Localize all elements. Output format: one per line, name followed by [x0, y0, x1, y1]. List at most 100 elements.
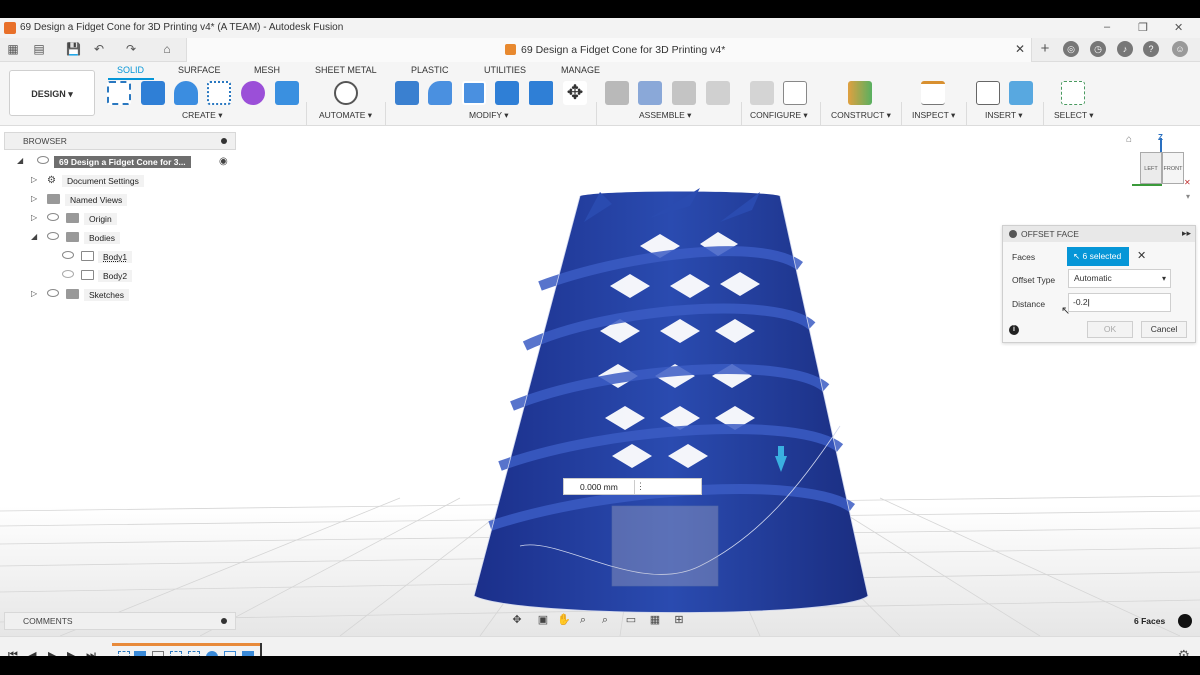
display-settings-icon[interactable]: ▭ — [625, 614, 637, 626]
assemble-group-label[interactable]: ASSEMBLE ▾ — [639, 110, 691, 121]
undo-icon[interactable]: ↶ — [92, 42, 106, 56]
measure-icon[interactable] — [921, 81, 945, 105]
fit-icon[interactable]: ⌕ — [599, 614, 611, 626]
look-at-icon[interactable]: ▣ — [537, 614, 549, 626]
home-view-icon[interactable]: ⌂ — [1126, 134, 1132, 145]
expand-triangle-icon[interactable]: ▷ — [31, 289, 37, 298]
user-avatar[interactable]: ☺ — [1172, 41, 1188, 57]
offset-type-select[interactable]: Automatic ▾ — [1068, 269, 1171, 288]
close-window-icon[interactable]: ✕ — [1174, 21, 1183, 34]
comments-panel-header[interactable]: COMMENTS — [4, 612, 236, 630]
hidden-eye-icon[interactable] — [62, 270, 74, 278]
collapse-triangle-icon[interactable]: ◢ — [17, 156, 23, 165]
offset-face-header[interactable]: OFFSET FACE ▸▸ — [1003, 226, 1195, 242]
fidget-cone-model[interactable] — [473, 188, 869, 613]
as-built-joint-icon[interactable] — [672, 81, 696, 105]
distance-manipulator-input[interactable]: 0.000 mm ⋮ — [563, 478, 702, 495]
browser-pin-icon[interactable] — [221, 138, 227, 144]
construct-group-label[interactable]: CONSTRUCT ▾ — [831, 110, 891, 121]
home-icon[interactable]: ⌂ — [160, 42, 174, 56]
notifications-icon[interactable]: ♪ — [1117, 41, 1133, 57]
play-icon[interactable]: ▶ — [48, 649, 56, 656]
expand-triangle-icon[interactable]: ▷ — [31, 175, 37, 184]
cancel-button[interactable]: Cancel — [1141, 321, 1187, 338]
tab-plastic[interactable]: PLASTIC — [411, 65, 449, 75]
visibility-eye-icon[interactable] — [47, 213, 59, 221]
viewcube-menu-icon[interactable]: ▾ — [1186, 192, 1190, 201]
combine-icon[interactable] — [495, 81, 519, 105]
modify-group-label[interactable]: MODIFY ▾ — [469, 110, 509, 121]
offset-plane-icon[interactable] — [848, 81, 872, 105]
visibility-eye-icon[interactable] — [47, 232, 59, 240]
expand-dialog-icon[interactable]: ▸▸ — [1182, 228, 1191, 239]
browser-item-body2[interactable]: Body2 — [14, 267, 234, 284]
save-icon[interactable]: 💾 — [66, 42, 81, 56]
offset-face-icon[interactable] — [529, 81, 553, 105]
visibility-eye-icon[interactable] — [47, 289, 59, 297]
faces-selection-button[interactable]: ↖ 6 selected — [1067, 247, 1129, 266]
viewcube-front-face[interactable]: FRONT — [1162, 152, 1184, 184]
insert-derive-icon[interactable] — [976, 81, 1000, 105]
timeline-track[interactable] — [112, 643, 262, 656]
visibility-eye-icon[interactable] — [62, 251, 74, 259]
orbit-icon[interactable]: ✥ — [511, 614, 523, 626]
sweep-icon[interactable] — [207, 81, 231, 105]
form-icon[interactable] — [241, 81, 265, 105]
apps-grid-icon[interactable]: ▦ — [6, 42, 20, 56]
viewcube-left-face[interactable]: LEFT — [1140, 152, 1162, 184]
visibility-eye-icon[interactable] — [37, 156, 49, 164]
pan-icon[interactable]: ✋ — [557, 614, 571, 626]
timeline-settings-gear-icon[interactable]: ⚙ — [1177, 647, 1190, 656]
clear-selection-icon[interactable]: ✕ — [1137, 249, 1146, 262]
automate-group-label[interactable]: AUTOMATE ▾ — [319, 110, 372, 121]
timeline-marker[interactable] — [260, 643, 262, 656]
insert-group-label[interactable]: INSERT ▾ — [985, 110, 1023, 121]
expand-triangle-icon[interactable]: ▷ — [31, 194, 37, 203]
expand-triangle-icon[interactable]: ▷ — [31, 213, 37, 222]
press-pull-icon[interactable] — [395, 81, 419, 105]
zoom-icon[interactable]: ⌕ — [577, 614, 589, 626]
create-sketch-icon[interactable] — [107, 81, 131, 105]
activate-radio-icon[interactable]: ◉ — [219, 156, 228, 167]
close-tab-icon[interactable]: ✕ — [1015, 42, 1025, 56]
select-group-label[interactable]: SELECT ▾ — [1054, 110, 1094, 121]
create-group-label[interactable]: CREATE ▾ — [182, 110, 222, 121]
workspace-switcher[interactable]: DESIGN ▾ — [9, 70, 95, 116]
distance-input[interactable]: -0.2| — [1068, 293, 1171, 312]
extensions-icon[interactable]: ◎ — [1063, 41, 1079, 57]
more-options-icon[interactable]: ⋮ — [636, 481, 645, 492]
configure-icon[interactable] — [750, 81, 774, 105]
new-component-icon[interactable] — [605, 81, 629, 105]
info-icon[interactable]: i — [1009, 325, 1019, 335]
insert-canvas-icon[interactable] — [1009, 81, 1033, 105]
comments-pin-icon[interactable] — [221, 618, 227, 624]
minimize-icon[interactable]: – — [1104, 21, 1110, 33]
browser-panel-header[interactable]: BROWSER — [4, 132, 236, 150]
step-back-icon[interactable]: ◀ — [28, 649, 36, 656]
ok-button[interactable]: OK — [1087, 321, 1133, 338]
tab-manage[interactable]: MANAGE — [561, 65, 600, 75]
tab-sheet-metal[interactable]: SHEET METAL — [315, 65, 377, 75]
go-to-start-icon[interactable]: ⏮ — [8, 649, 18, 656]
browser-root-row[interactable]: ◢ 69 Design a Fidget Cone for 3... ◉ — [14, 153, 234, 170]
collapse-triangle-icon[interactable]: ◢ — [31, 232, 37, 241]
browser-item-document-settings[interactable]: ▷ ⚙ Document Settings — [14, 172, 234, 189]
configure-group-label[interactable]: CONFIGURE ▾ — [750, 110, 808, 121]
grid-settings-icon[interactable]: ▦ — [649, 614, 661, 626]
box-icon[interactable] — [275, 81, 299, 105]
browser-item-origin[interactable]: ▷ Origin — [14, 210, 234, 227]
shell-icon[interactable] — [462, 81, 486, 105]
browser-item-body1[interactable]: Body1 — [14, 248, 234, 265]
marking-menu-icon[interactable] — [1178, 614, 1192, 628]
revolve-icon[interactable] — [174, 81, 198, 105]
new-tab-icon[interactable]: + — [1038, 41, 1052, 56]
tab-surface[interactable]: SURFACE — [178, 65, 221, 75]
fillet-icon[interactable] — [428, 81, 452, 105]
browser-item-named-views[interactable]: ▷ Named Views — [14, 191, 234, 208]
job-status-icon[interactable]: ◷ — [1090, 41, 1106, 57]
configuration-table-icon[interactable] — [783, 81, 807, 105]
browser-item-sketches[interactable]: ▷ Sketches — [14, 286, 234, 303]
file-menu-icon[interactable]: ▤ — [32, 42, 46, 56]
step-forward-icon[interactable]: ▶ — [67, 649, 75, 656]
tab-solid[interactable]: SOLID — [117, 65, 144, 75]
